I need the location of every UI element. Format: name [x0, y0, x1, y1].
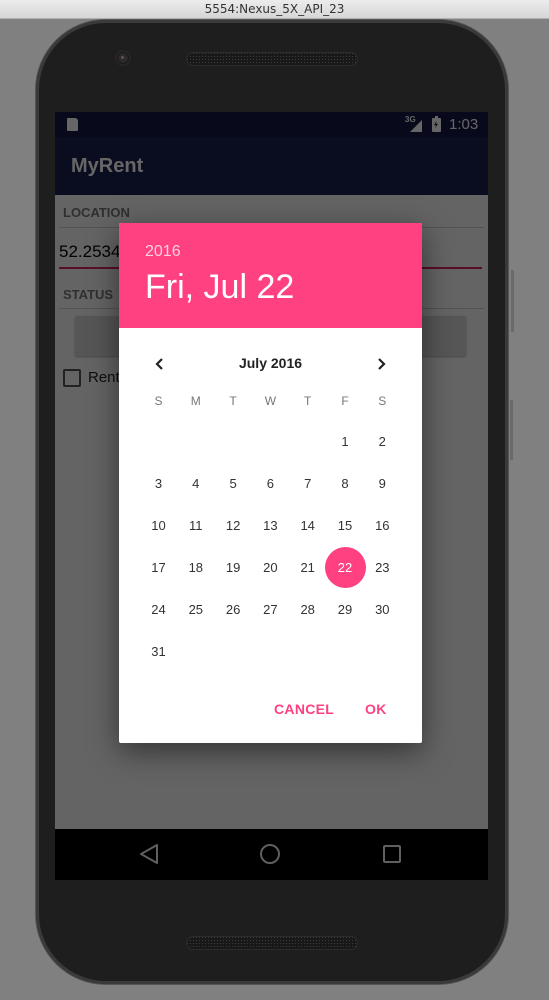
dialog-actions: CANCEL OK	[119, 693, 422, 733]
calendar-day[interactable]: 21	[289, 549, 326, 586]
power-button[interactable]	[511, 270, 514, 332]
calendar-day[interactable]: 26	[215, 591, 252, 628]
calendar-day[interactable]: 6	[252, 465, 289, 502]
weekday-header: F	[341, 394, 349, 408]
calendar-day[interactable]: 16	[364, 507, 401, 544]
chevron-left-icon	[155, 358, 163, 370]
calendar-day[interactable]: 9	[364, 465, 401, 502]
calendar-day[interactable]: 15	[327, 507, 364, 544]
weekday-header: M	[190, 394, 201, 408]
volume-button[interactable]	[510, 400, 513, 460]
calendar-day[interactable]: 8	[327, 465, 364, 502]
calendar-day[interactable]: 2	[364, 423, 401, 460]
calendar-day[interactable]: 25	[177, 591, 214, 628]
calendar-day[interactable]: 5	[215, 465, 252, 502]
calendar-day[interactable]: 23	[364, 549, 401, 586]
next-month-button[interactable]	[366, 348, 398, 380]
calendar-day[interactable]: 20	[252, 549, 289, 586]
weekday-header: T	[304, 394, 312, 408]
calendar-day[interactable]: 27	[252, 591, 289, 628]
calendar-day[interactable]: 3	[140, 465, 177, 502]
calendar-day[interactable]: 31	[140, 633, 177, 670]
front-camera	[117, 52, 129, 64]
calendar-day[interactable]: 13	[252, 507, 289, 544]
calendar-day[interactable]: 18	[177, 549, 214, 586]
selected-date-label[interactable]: Fri, Jul 22	[145, 268, 294, 307]
date-picker-dialog: 2016 Fri, Jul 22 July 2016 SMTWTFS123456…	[119, 223, 422, 743]
calendar-day[interactable]: 14	[289, 507, 326, 544]
weekday-header: S	[378, 394, 387, 408]
calendar-day[interactable]: 24	[140, 591, 177, 628]
chevron-right-icon	[378, 358, 386, 370]
date-picker-header: 2016 Fri, Jul 22	[119, 223, 422, 328]
weekday-header: T	[229, 394, 237, 408]
ok-button[interactable]: OK	[365, 701, 387, 717]
calendar-day[interactable]: 4	[177, 465, 214, 502]
calendar-day[interactable]: 28	[289, 591, 326, 628]
calendar-day-selected[interactable]: 22	[324, 547, 366, 588]
month-navigation: July 2016	[119, 348, 422, 380]
window-title: 5554:Nexus_5X_API_23	[0, 0, 549, 19]
calendar-day[interactable]: 12	[215, 507, 252, 544]
calendar-day[interactable]: 11	[177, 507, 214, 544]
calendar-day[interactable]: 17	[140, 549, 177, 586]
calendar-day[interactable]: 29	[327, 591, 364, 628]
calendar-day[interactable]: 10	[140, 507, 177, 544]
calendar-day[interactable]: 19	[215, 549, 252, 586]
calendar-day[interactable]: 7	[289, 465, 326, 502]
weekday-header: S	[154, 394, 163, 408]
bottom-speaker-grille	[186, 936, 358, 950]
year-selector[interactable]: 2016	[145, 243, 181, 261]
previous-month-button[interactable]	[143, 348, 175, 380]
top-speaker-grille	[186, 52, 358, 66]
weekday-header: W	[264, 394, 277, 408]
calendar-day[interactable]: 1	[327, 423, 364, 460]
calendar-day[interactable]: 30	[364, 591, 401, 628]
cancel-button[interactable]: CANCEL	[274, 701, 334, 717]
